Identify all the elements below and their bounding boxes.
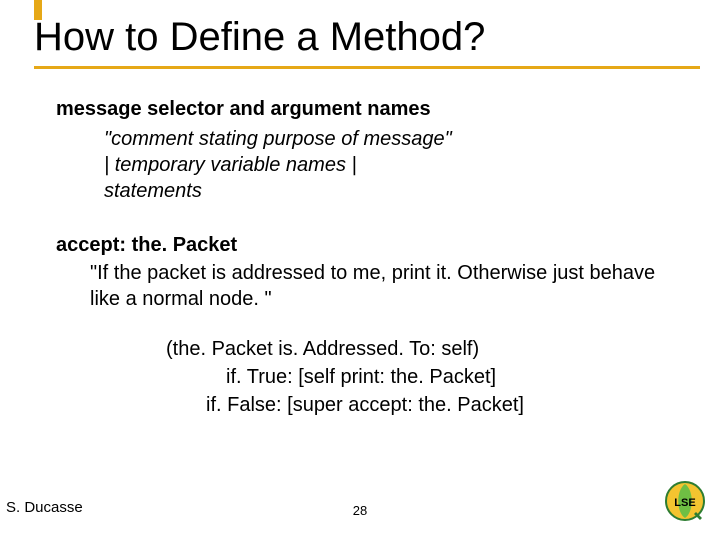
template-comment: "comment stating purpose of message" <box>104 126 690 152</box>
svg-text:LSE: LSE <box>674 497 695 509</box>
example-comment: "If the packet is addressed to me, print… <box>90 260 690 312</box>
example-expression: (the. Packet is. Addressed. To: self) <box>166 336 690 362</box>
example-selector: accept: the. Packet <box>56 232 690 258</box>
footer: S. Ducasse 28 LSE <box>0 486 720 526</box>
example-iffalse: if. False: [super accept: the. Packet] <box>206 392 690 418</box>
template-temps: | temporary variable names | <box>104 152 690 178</box>
lse-logo-icon: LSE <box>664 480 706 522</box>
author-label: S. Ducasse <box>6 499 83 516</box>
title-block: How to Define a Method? <box>34 14 700 69</box>
title-underline <box>34 66 700 69</box>
template-statements: statements <box>104 178 690 204</box>
example-iftrue: if. True: [self print: the. Packet] <box>226 364 690 390</box>
template-selector: message selector and argument names <box>56 96 690 122</box>
slide-content: message selector and argument names "com… <box>56 96 690 418</box>
slide-title: How to Define a Method? <box>34 14 700 60</box>
page-number: 28 <box>353 503 367 518</box>
